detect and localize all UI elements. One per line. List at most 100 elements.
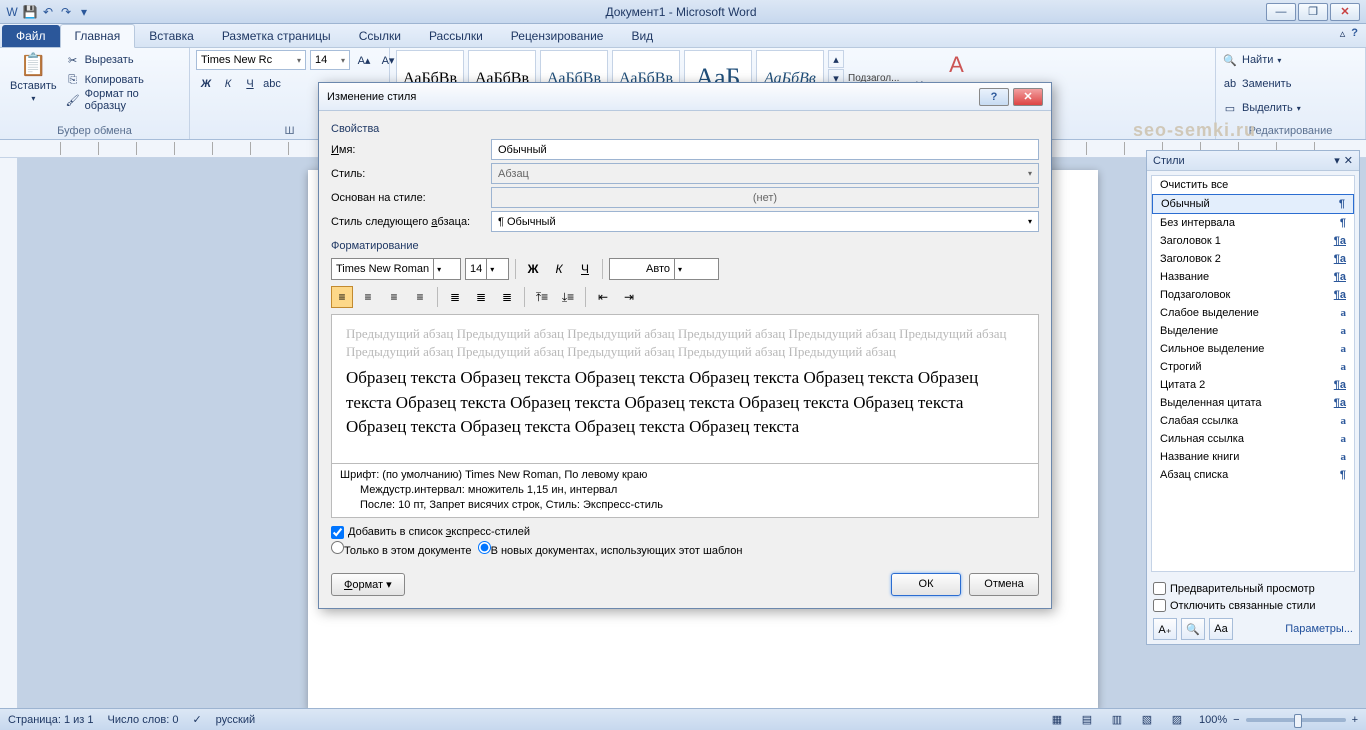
align-justify-icon[interactable]: ≡ [409, 286, 431, 308]
style-inspector-button[interactable]: 🔍 [1181, 618, 1205, 640]
page-status[interactable]: Страница: 1 из 1 [8, 714, 94, 726]
underline-icon[interactable]: Ч [240, 74, 260, 94]
qat-dropdown-icon[interactable]: ▾ [76, 4, 92, 20]
radio-this-document[interactable]: Только в этом документе [331, 541, 472, 557]
new-style-button[interactable]: A₊ [1153, 618, 1177, 640]
style-list-item[interactable]: Сильная ссылкаa [1152, 430, 1354, 448]
close-button[interactable]: ✕ [1330, 3, 1360, 21]
paste-button[interactable]: 📋Вставить▾ [6, 50, 61, 105]
copy-button[interactable]: ⎘Копировать [65, 70, 183, 90]
add-express-checkbox[interactable]: Добавить в список экспресс-стилей [331, 526, 1039, 539]
tab-view[interactable]: Вид [617, 25, 667, 47]
select-button[interactable]: ▭Выделить▾ [1222, 98, 1301, 118]
style-list-item[interactable]: Заголовок 2¶a [1152, 250, 1354, 268]
tab-file[interactable]: Файл [2, 25, 60, 47]
minimize-button[interactable]: — [1266, 3, 1296, 21]
ok-button[interactable]: ОК [891, 573, 961, 596]
style-list-item[interactable]: Выделениеa [1152, 322, 1354, 340]
reading-view-icon[interactable]: ▤ [1079, 712, 1095, 728]
style-list-item[interactable]: Цитата 2¶a [1152, 376, 1354, 394]
restore-button[interactable]: ❐ [1298, 3, 1328, 21]
draft-view-icon[interactable]: ▨ [1169, 712, 1185, 728]
outline-view-icon[interactable]: ▧ [1139, 712, 1155, 728]
tab-home[interactable]: Главная [60, 24, 136, 48]
manage-styles-button[interactable]: Aa [1209, 618, 1233, 640]
bold-icon[interactable]: Ж [196, 74, 216, 94]
help-icon[interactable]: ? [1351, 27, 1358, 40]
name-input[interactable]: Обычный [491, 139, 1039, 160]
style-list-item[interactable]: Название книгиa [1152, 448, 1354, 466]
format-painter-button[interactable]: 🖌Формат по образцу [65, 90, 183, 110]
zoom-out-icon[interactable]: − [1233, 714, 1239, 726]
styles-options-link[interactable]: Параметры... [1285, 623, 1353, 635]
dialog-title-bar[interactable]: Изменение стиля ? ✕ [319, 83, 1051, 111]
style-list-item[interactable]: Подзаголовок¶a [1152, 286, 1354, 304]
redo-icon[interactable]: ↷ [58, 4, 74, 20]
tab-references[interactable]: Ссылки [345, 25, 415, 47]
radio-template[interactable]: В новых документах, использующих этот ша… [478, 541, 743, 557]
indent-decrease-icon[interactable]: ⇤ [592, 286, 614, 308]
gallery-up-icon[interactable]: ▴ [828, 50, 844, 68]
dlg-underline-icon[interactable]: Ч [574, 258, 596, 280]
find-button[interactable]: 🔍Найти▾ [1222, 50, 1281, 70]
font-name-combo[interactable]: Times New Rc▾ [196, 50, 306, 70]
grow-font-icon[interactable]: A▴ [354, 50, 374, 70]
format-button[interactable]: Формат ▾ [331, 573, 405, 596]
tab-insert[interactable]: Вставка [135, 25, 208, 47]
space-before-icon[interactable]: ⤒≡ [531, 286, 553, 308]
align-left-icon[interactable]: ≡ [331, 286, 353, 308]
tab-layout[interactable]: Разметка страницы [208, 25, 345, 47]
indent-increase-icon[interactable]: ⇥ [618, 286, 640, 308]
cancel-button[interactable]: Отмена [969, 573, 1039, 596]
styles-list[interactable]: Очистить всеОбычный¶Без интервала¶Заголо… [1151, 175, 1355, 572]
italic-icon[interactable]: К [218, 74, 238, 94]
preview-checkbox[interactable]: Предварительный просмотр [1153, 580, 1353, 597]
spacing-15-icon[interactable]: ≣ [470, 286, 492, 308]
strike-icon[interactable]: abc [262, 74, 282, 94]
zoom-in-icon[interactable]: + [1352, 714, 1358, 726]
save-icon[interactable]: 💾 [22, 4, 38, 20]
next-style-combo[interactable]: ¶ Обычный▾ [491, 211, 1039, 232]
style-list-item[interactable]: Без интервала¶ [1152, 214, 1354, 232]
spacing-1-icon[interactable]: ≣ [444, 286, 466, 308]
pane-dropdown-icon[interactable]: ▾ [1334, 154, 1340, 167]
language-status[interactable]: русский [216, 714, 255, 726]
style-list-item[interactable]: Обычный¶ [1152, 194, 1354, 214]
dialog-help-button[interactable]: ? [979, 88, 1009, 106]
dlg-bold-icon[interactable]: Ж [522, 258, 544, 280]
dlg-font-combo[interactable]: Times New Roman▾ [331, 258, 461, 280]
style-list-item[interactable]: Строгийa [1152, 358, 1354, 376]
font-size-combo[interactable]: 14▾ [310, 50, 350, 70]
replace-button[interactable]: abЗаменить [1222, 74, 1291, 94]
zoom-level[interactable]: 100% [1199, 714, 1227, 726]
style-list-item[interactable]: Очистить все [1152, 176, 1354, 194]
print-layout-view-icon[interactable]: ▦ [1049, 712, 1065, 728]
disable-linked-checkbox[interactable]: Отключить связанные стили [1153, 597, 1353, 614]
dialog-close-button[interactable]: ✕ [1013, 88, 1043, 106]
word-count[interactable]: Число слов: 0 [108, 714, 179, 726]
spell-check-icon[interactable]: ✓ [192, 713, 201, 726]
web-view-icon[interactable]: ▥ [1109, 712, 1125, 728]
dlg-size-combo[interactable]: 14▾ [465, 258, 509, 280]
style-list-item[interactable]: Сильное выделениеa [1152, 340, 1354, 358]
ribbon-minimize-icon[interactable]: ▵ [1340, 27, 1346, 40]
tab-review[interactable]: Рецензирование [497, 25, 618, 47]
cut-button[interactable]: ✂Вырезать [65, 50, 183, 70]
zoom-slider[interactable] [1246, 718, 1346, 722]
style-list-item[interactable]: Название¶a [1152, 268, 1354, 286]
dlg-color-combo[interactable]: Авто▾ [609, 258, 719, 280]
tab-mailings[interactable]: Рассылки [415, 25, 497, 47]
space-after-icon[interactable]: ⤓≡ [557, 286, 579, 308]
dlg-italic-icon[interactable]: К [548, 258, 570, 280]
style-list-item[interactable]: Заголовок 1¶a [1152, 232, 1354, 250]
style-list-item[interactable]: Слабая ссылкаa [1152, 412, 1354, 430]
align-center-icon[interactable]: ≡ [357, 286, 379, 308]
pane-close-icon[interactable]: ✕ [1344, 154, 1353, 167]
undo-icon[interactable]: ↶ [40, 4, 56, 20]
style-list-item[interactable]: Выделенная цитата¶a [1152, 394, 1354, 412]
align-right-icon[interactable]: ≡ [383, 286, 405, 308]
vertical-ruler[interactable] [0, 158, 18, 708]
style-list-item[interactable]: Слабое выделениеa [1152, 304, 1354, 322]
spacing-2-icon[interactable]: ≣ [496, 286, 518, 308]
style-list-item[interactable]: Абзац списка¶ [1152, 466, 1354, 484]
